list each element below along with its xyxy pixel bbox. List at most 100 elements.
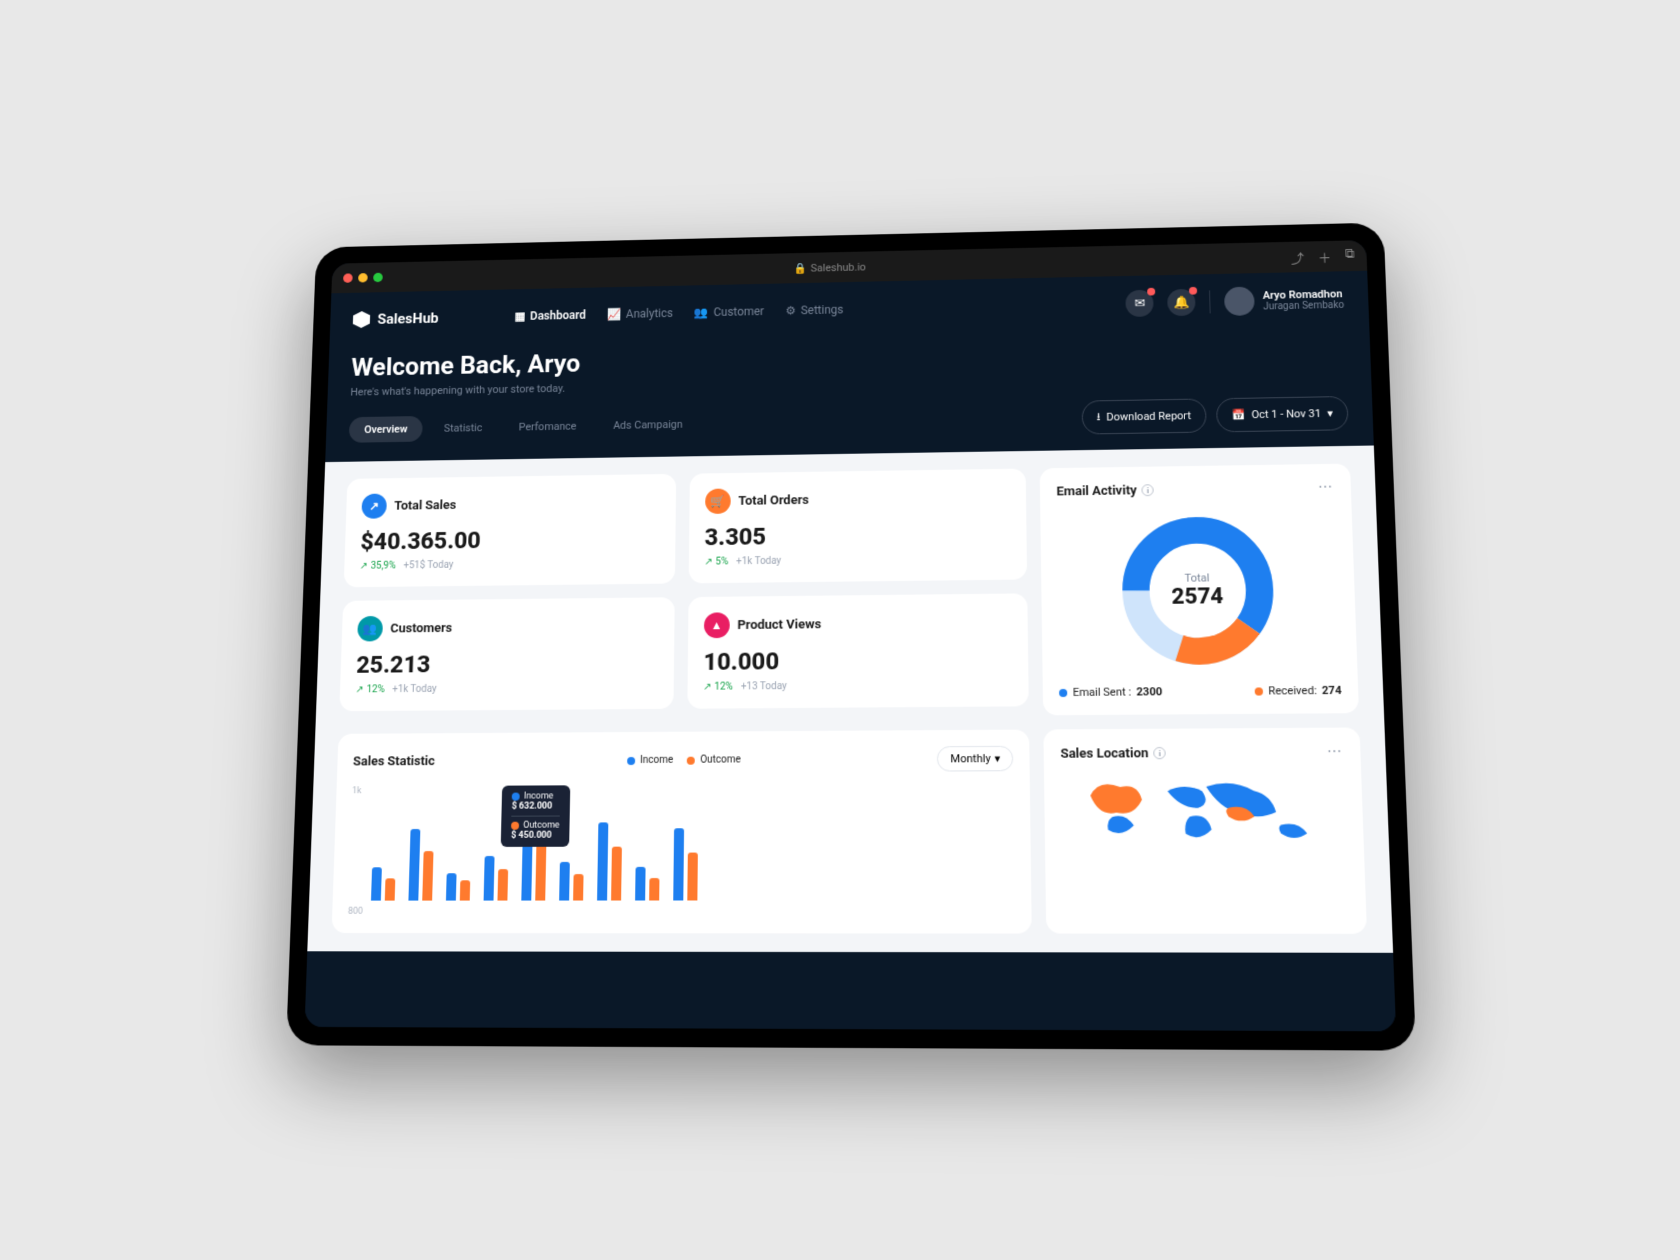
stat-card-product-views: ▲Product Views 10.000 ↗ 12%+13 Today	[687, 593, 1029, 708]
stat-card-total-orders: 🛒Total Orders 3.305 ↗ 5%+1k Today	[688, 469, 1027, 584]
notification-badge	[1189, 287, 1197, 295]
world-map	[1061, 760, 1348, 864]
chart-icon: 📈	[607, 308, 622, 321]
brand-logo-icon	[353, 311, 371, 328]
trend-up-icon: ↗	[361, 494, 387, 519]
divider	[1209, 290, 1211, 313]
chevron-down-icon: ▾	[995, 752, 1001, 765]
maximize-window-icon[interactable]	[373, 273, 383, 282]
more-button[interactable]: ⋯	[1318, 480, 1335, 496]
info-icon[interactable]: i	[1153, 747, 1166, 759]
date-range-picker[interactable]: 📅Oct 1 - Nov 31▾	[1216, 396, 1349, 432]
people-icon: 👥	[694, 306, 709, 319]
bar-outcome	[688, 852, 699, 900]
header-actions: ✉ 🔔 Aryo Romadhon Juragan Sembako	[1126, 285, 1345, 318]
avatar	[1224, 287, 1255, 316]
bar-income	[597, 822, 608, 900]
nav-settings[interactable]: ⚙Settings	[785, 303, 843, 317]
bar-group[interactable]	[484, 856, 509, 901]
legend-income: Income	[627, 755, 673, 766]
stat-value: 25.213	[356, 649, 658, 679]
lock-icon: 🔒	[793, 262, 806, 275]
nav-customer[interactable]: 👥Customer	[694, 305, 764, 320]
bar-outcome	[422, 851, 433, 901]
trend-badge: ↗ 12%	[703, 682, 733, 693]
bar-income	[635, 867, 645, 901]
bar-group[interactable]	[597, 822, 622, 900]
tablet-device-frame: 🔒 Saleshub.io ⤴ ＋ ⧉ SalesHub ▦Dashboard …	[286, 223, 1416, 1051]
tab-statistic[interactable]: Statistic	[428, 415, 498, 442]
gear-icon: ⚙	[785, 304, 796, 317]
main-nav: ▦Dashboard 📈Analytics 👥Customer ⚙Setting…	[514, 303, 843, 323]
more-button[interactable]: ⋯	[1327, 744, 1344, 760]
close-window-icon[interactable]	[343, 273, 353, 282]
grid-icon: ▦	[514, 310, 525, 323]
download-report-button[interactable]: ⭳Download Report	[1081, 398, 1206, 434]
stat-value: 10.000	[703, 645, 1012, 676]
user-subtitle: Juragan Sembako	[1263, 300, 1344, 312]
trend-badge: ↗ 12%	[355, 684, 384, 695]
sales-statistic-card: Sales Statistic Income Outcome Monthly▾ …	[332, 730, 1033, 934]
bar-chart: 1k 800 Income $ 632.000 Outcome $ 450.00…	[348, 783, 1016, 917]
donut-center-label: Total	[1184, 571, 1209, 584]
bar-outcome	[460, 881, 470, 901]
people-icon: 👥	[357, 616, 383, 642]
bar-income	[446, 873, 457, 901]
url-text: Saleshub.io	[811, 260, 866, 273]
stat-value: 3.305	[704, 520, 1011, 551]
share-icon[interactable]: ⤴	[1291, 248, 1305, 266]
brand-name: SalesHub	[377, 310, 439, 328]
bar-group[interactable]	[673, 828, 698, 901]
legend-sent: Email Sent : 2300	[1059, 685, 1162, 699]
sales-location-card: Sales Locationi ⋯	[1044, 727, 1367, 933]
window-controls	[343, 273, 383, 283]
bar-income	[409, 829, 421, 901]
nav-analytics[interactable]: 📈Analytics	[607, 306, 673, 321]
bar-group[interactable]	[371, 867, 396, 900]
layers-icon: ▲	[704, 612, 730, 638]
bar-outcome	[611, 847, 622, 901]
bar-group[interactable]	[559, 861, 584, 900]
stat-card-customers: 👥Customers 25.213 ↗ 12%+1k Today	[339, 597, 674, 711]
bar-outcome	[498, 869, 509, 900]
donut-chart: Total 2574	[1114, 510, 1281, 671]
info-icon[interactable]: i	[1142, 484, 1154, 496]
stat-card-total-sales: ↗Total Sales $40.365.00 ↗ 35,9%+51$ Toda…	[344, 474, 676, 587]
calendar-icon: 📅	[1231, 408, 1245, 421]
brand[interactable]: SalesHub	[353, 310, 439, 329]
legend-received: Received: 274	[1255, 684, 1342, 698]
view-tabs: Overview Statistic Perfomance Ads Campai…	[349, 411, 699, 443]
new-tab-icon[interactable]: ＋	[1318, 247, 1332, 265]
chart-tooltip: Income $ 632.000 Outcome $ 450.000	[501, 785, 570, 847]
bar-income	[371, 867, 382, 900]
bar-group[interactable]	[635, 867, 659, 901]
email-activity-card: Email Activityi ⋯ Total 2574	[1040, 464, 1359, 716]
trend-badge: ↗ 5%	[704, 557, 728, 568]
tabs-icon[interactable]: ⧉	[1345, 247, 1355, 265]
bar-group[interactable]	[409, 828, 435, 900]
dashboard-grid: ↗Total Sales $40.365.00 ↗ 35,9%+51$ Toda…	[307, 446, 1393, 953]
bell-button[interactable]: 🔔	[1168, 289, 1197, 316]
nav-dashboard[interactable]: ▦Dashboard	[514, 308, 585, 323]
period-selector[interactable]: Monthly▾	[937, 746, 1013, 772]
bar-group[interactable]	[446, 873, 470, 901]
download-icon: ⭳	[1096, 408, 1100, 426]
bar-outcome	[649, 878, 659, 900]
tab-performance[interactable]: Perfomance	[503, 413, 592, 440]
app-root: SalesHub ▦Dashboard 📈Analytics 👥Customer…	[305, 271, 1397, 1032]
minimize-window-icon[interactable]	[358, 273, 368, 282]
tab-ads-campaign[interactable]: Ads Campaign	[597, 411, 698, 438]
bar-income	[559, 861, 570, 900]
mail-icon: ✉	[1134, 296, 1145, 311]
tab-overview[interactable]: Overview	[349, 416, 424, 443]
stat-value: $40.365.00	[360, 524, 660, 555]
card-title: Sales Statistic	[353, 754, 435, 769]
chevron-down-icon: ▾	[1327, 407, 1333, 420]
user-menu[interactable]: Aryo Romadhon Juragan Sembako	[1224, 285, 1344, 316]
bar-income	[484, 856, 495, 901]
bar-income	[673, 828, 684, 901]
bar-outcome	[573, 874, 583, 901]
mail-button[interactable]: ✉	[1126, 290, 1154, 317]
bell-icon: 🔔	[1174, 295, 1191, 310]
notification-badge	[1148, 288, 1156, 296]
